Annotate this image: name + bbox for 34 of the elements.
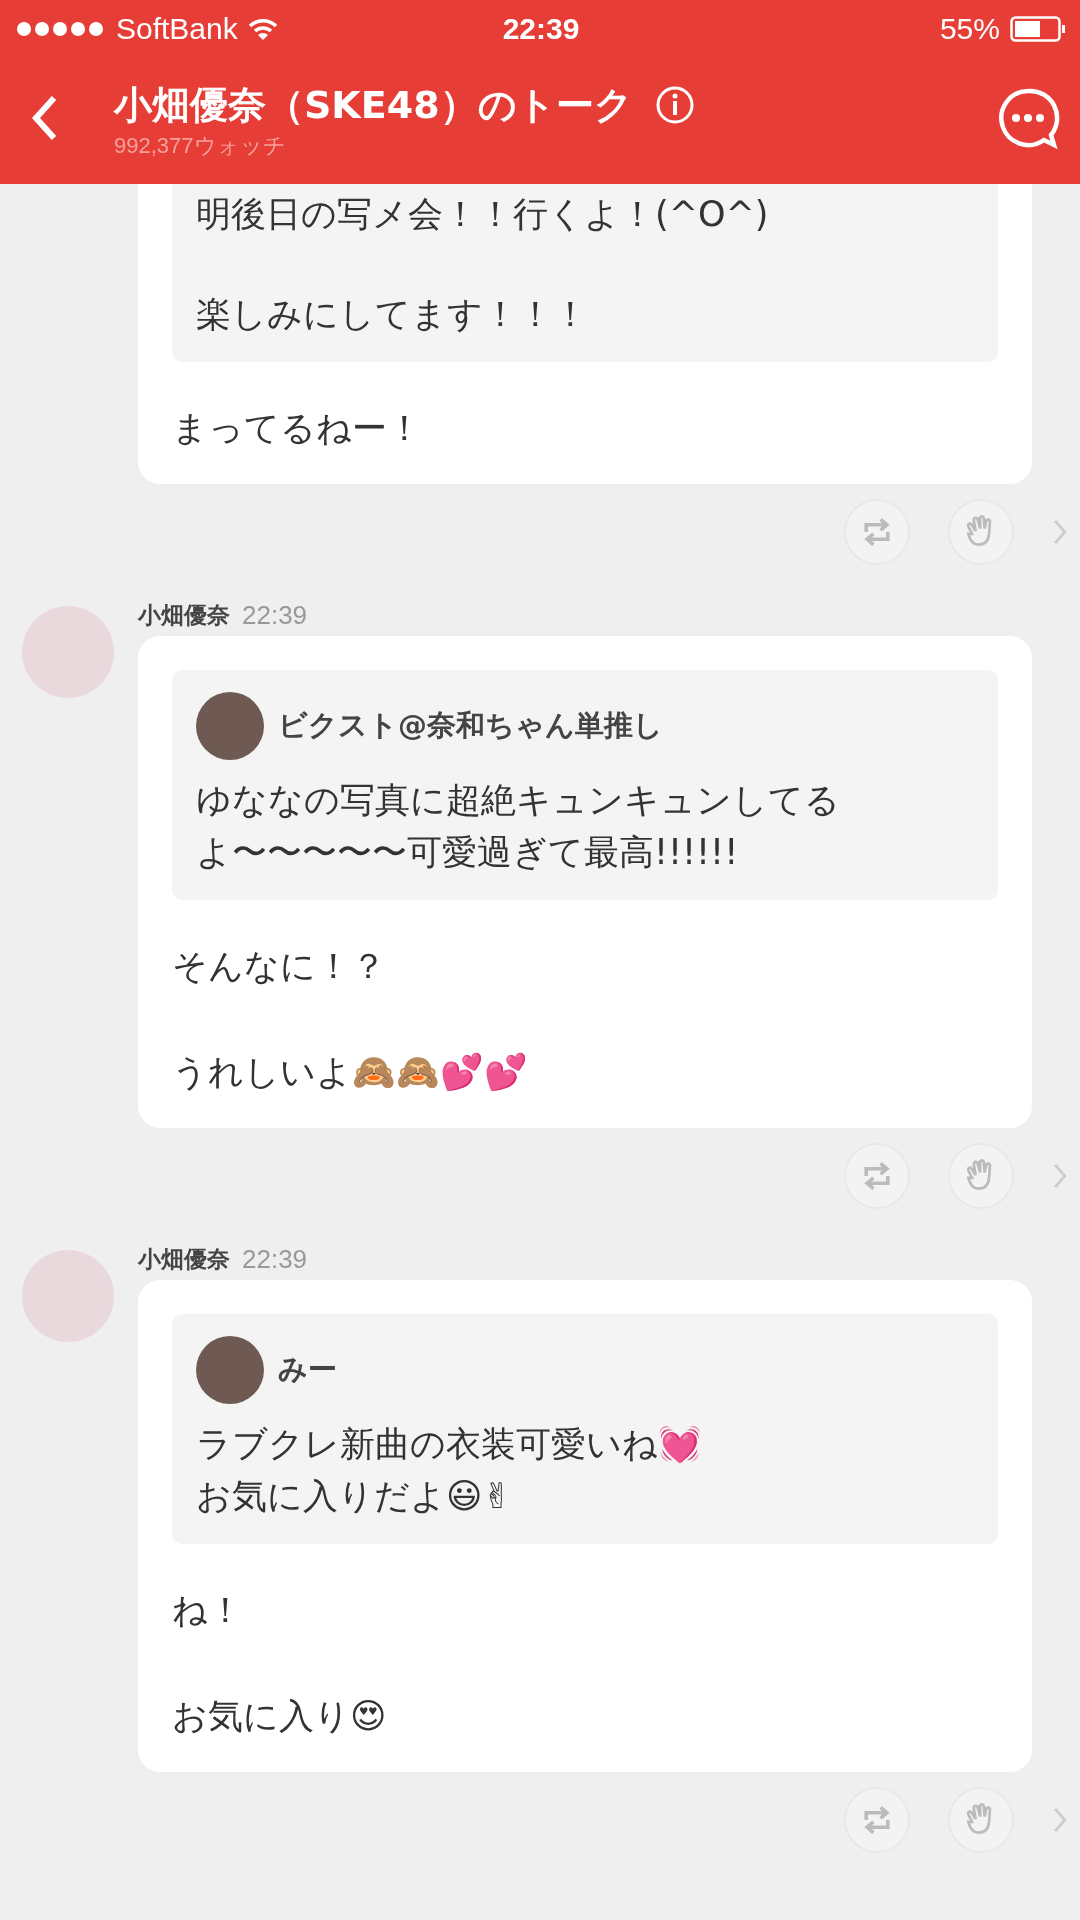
sender-name: 小畑優奈	[138, 600, 230, 630]
message-text: 明後日の写メ会！！行くよ！(^O^)	[196, 193, 769, 236]
wifi-icon	[247, 18, 278, 40]
signal-icon	[16, 21, 106, 37]
sender-name: 小畑優奈	[138, 1244, 230, 1274]
status-time: 22:39	[502, 12, 580, 46]
message-text: そんなに！？	[172, 945, 386, 988]
message-text: ね！	[172, 1589, 243, 1632]
message-time: 22:39	[242, 599, 308, 631]
commenter-name: みー	[278, 1351, 337, 1388]
message-time: 22:39	[242, 1243, 308, 1275]
chevron-right-icon	[1052, 1805, 1068, 1835]
message-text: ゆななの写真に超絶キュンキュンしてる	[196, 779, 840, 822]
info-icon	[654, 85, 695, 125]
next-button[interactable]	[1052, 1161, 1068, 1191]
message-text: よ〜〜〜〜〜可愛過ぎて最高!!!!!!	[196, 831, 739, 874]
message-text: お気に入り😍	[172, 1695, 387, 1738]
watch-count: 992,377ウォッチ	[114, 131, 287, 160]
speech-bubble-icon	[996, 86, 1060, 150]
battery-icon	[1010, 16, 1066, 42]
message-text: お気に入りだよ😃✌	[196, 1475, 512, 1518]
next-button[interactable]	[1052, 517, 1068, 547]
message-text: 楽しみにしてます！！！	[196, 293, 588, 336]
message-text: まってるねー！	[172, 407, 422, 450]
talk-title: 小畑優奈（SKE48）のトーク	[114, 81, 633, 129]
commenter-name: ビクスト@奈和ちゃん単推し	[278, 707, 663, 744]
battery-percent: 55%	[939, 12, 1000, 46]
message-text: うれしいよ🙈🙈💕💕	[172, 1051, 528, 1094]
chevron-right-icon	[1052, 517, 1068, 547]
comment-button[interactable]	[996, 86, 1060, 150]
next-button[interactable]	[1052, 1805, 1068, 1835]
chevron-right-icon	[1052, 1161, 1068, 1191]
message-text: ラブクレ新曲の衣装可愛いね💓	[196, 1423, 702, 1466]
carrier-name: SoftBank	[116, 12, 238, 46]
